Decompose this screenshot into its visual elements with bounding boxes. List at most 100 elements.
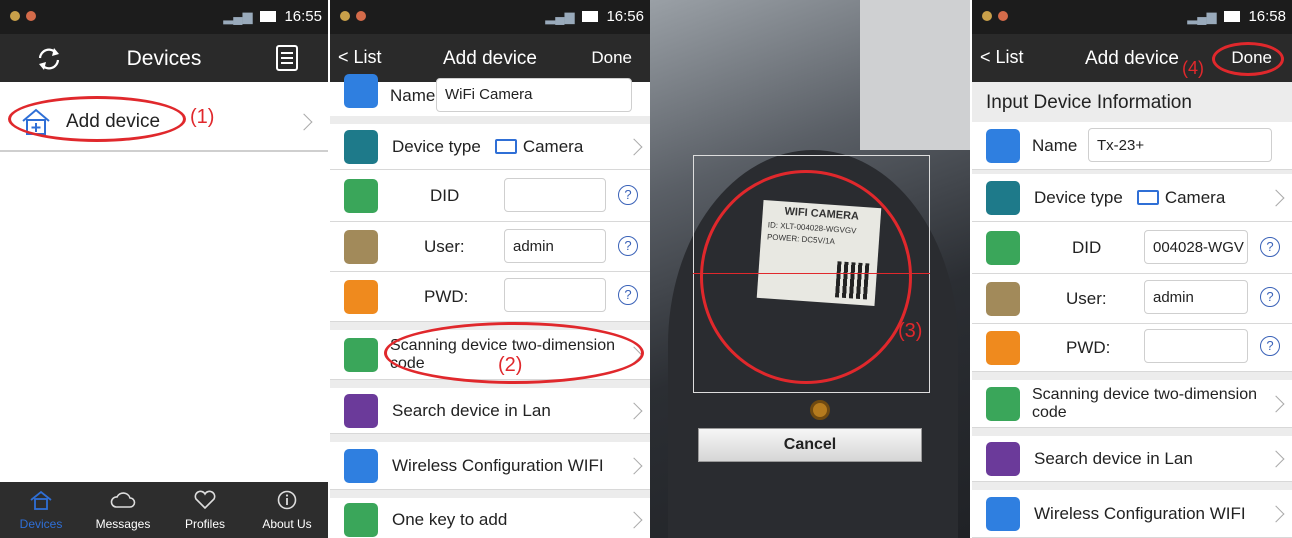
annotation-circle xyxy=(1212,42,1284,76)
user-icon xyxy=(344,229,378,264)
wifi-config-row[interactable]: Wireless Configuration WIFI xyxy=(972,490,1292,538)
user-label: User: xyxy=(1066,288,1107,308)
heart-icon xyxy=(194,490,216,510)
tab-label: Messages xyxy=(95,517,151,531)
tab-label: Profiles xyxy=(184,517,225,531)
tab-label: About Us xyxy=(262,517,312,531)
help-icon[interactable]: ? xyxy=(1260,336,1280,356)
wifi-label: Wireless Configuration WIFI xyxy=(392,455,604,475)
scan-label: Scanning device two-dimension xyxy=(1032,385,1258,403)
search-label: Search device in Lan xyxy=(1034,448,1193,468)
one-key-label: One key to add xyxy=(392,509,508,529)
pwd-input[interactable] xyxy=(504,278,606,312)
status-bar: ▂▄▆ 16:56 xyxy=(330,0,650,34)
section-header: Input Device Information xyxy=(986,92,1192,113)
device-type-value: Camera xyxy=(1164,187,1226,207)
tab-profiles[interactable]: Profiles xyxy=(164,482,246,538)
search-icon xyxy=(986,441,1020,476)
wall-background xyxy=(860,0,970,150)
scan-label-2: code xyxy=(1032,403,1067,421)
pwd-row: PWD: ? xyxy=(330,272,650,322)
help-icon[interactable]: ? xyxy=(618,285,638,305)
help-icon[interactable]: ? xyxy=(1260,237,1280,257)
name-label: Name xyxy=(1032,135,1078,155)
cancel-button[interactable]: Cancel xyxy=(698,428,922,462)
chevron-right-icon xyxy=(625,457,643,474)
user-input[interactable]: admin xyxy=(1144,280,1248,314)
help-icon[interactable]: ? xyxy=(618,185,638,205)
did-row: DID ? xyxy=(330,170,650,222)
scan-qr-row[interactable]: Scanning device two-dimension code xyxy=(972,380,1292,428)
qr-code-icon xyxy=(986,386,1020,421)
battery-icon xyxy=(260,11,277,22)
camera-home-icon xyxy=(986,180,1020,215)
notification-icon xyxy=(356,11,366,21)
signal-icon: ▂▄▆ xyxy=(223,8,253,24)
pwd-input[interactable] xyxy=(1144,329,1248,363)
wifi-config-row[interactable]: Wireless Configuration WIFI xyxy=(330,442,650,490)
tab-devices[interactable]: Devices xyxy=(0,482,82,538)
name-input[interactable]: WiFi Camera xyxy=(436,78,632,112)
clock: 16:58 xyxy=(1248,8,1286,25)
name-row: Name Tx-23+ xyxy=(972,122,1292,170)
chevron-right-icon xyxy=(625,138,643,155)
annotation-circle xyxy=(8,96,186,142)
did-input[interactable]: 004028-WGV xyxy=(1144,230,1248,264)
one-key-row[interactable]: One key to add xyxy=(330,498,650,538)
nav-bar: Devices xyxy=(0,34,328,82)
camera-icon xyxy=(494,139,517,154)
user-row: User: admin ? xyxy=(972,274,1292,324)
name-input[interactable]: Tx-23+ xyxy=(1088,128,1272,162)
pwd-label: PWD: xyxy=(424,286,469,306)
help-icon[interactable]: ? xyxy=(618,236,638,256)
notification-icon xyxy=(998,11,1008,21)
search-lan-row[interactable]: Search device in Lan xyxy=(330,388,650,434)
tab-messages[interactable]: Messages xyxy=(82,482,164,538)
signal-icon: ▂▄▆ xyxy=(1187,8,1217,24)
status-bar: ▂▄▆ 16:58 xyxy=(972,0,1292,34)
camera-home-icon xyxy=(344,129,378,164)
tab-about-us[interactable]: About Us xyxy=(246,482,328,538)
chevron-right-icon xyxy=(1267,505,1285,522)
layers-icon xyxy=(986,230,1020,265)
did-label: DID xyxy=(430,185,460,205)
done-button[interactable]: Done xyxy=(591,48,632,68)
devices-screen: ▂▄▆ 16:55 Devices Add device (1) Devices … xyxy=(0,0,328,538)
home-icon xyxy=(344,74,378,108)
did-row: DID 004028-WGV ? xyxy=(972,222,1292,274)
user-row: User: admin ? xyxy=(330,222,650,272)
status-bar: ▂▄▆ 16:55 xyxy=(0,0,328,34)
search-lan-row[interactable]: Search device in Lan xyxy=(972,436,1292,482)
notification-icon xyxy=(26,11,36,21)
did-input[interactable] xyxy=(504,178,606,212)
name-row: Name WiFi Camera xyxy=(330,74,650,116)
clock: 16:56 xyxy=(606,8,644,25)
wifi-label: Wireless Configuration WIFI xyxy=(1034,503,1246,523)
device-type-row[interactable]: Device type Camera xyxy=(330,124,650,170)
tab-label: Devices xyxy=(19,517,63,531)
qr-code-icon xyxy=(344,337,378,372)
annotation-label: (1) xyxy=(190,106,215,128)
annotation-label: (2) xyxy=(498,354,523,376)
chevron-right-icon xyxy=(1267,395,1285,412)
cloud-icon xyxy=(110,492,136,508)
add-device-screen: ▂▄▆ 16:56 < List Add device Done Name WiF… xyxy=(330,0,650,538)
device-type-row[interactable]: Device type Camera xyxy=(972,174,1292,222)
device-type-label: Device type xyxy=(1034,187,1123,207)
user-input[interactable]: admin xyxy=(504,229,606,263)
notification-icon xyxy=(10,11,20,21)
search-icon xyxy=(344,393,378,428)
bottom-tab-bar: Devices Messages Profiles About Us xyxy=(0,482,328,538)
signal-icon: ▂▄▆ xyxy=(545,8,575,24)
chevron-right-icon xyxy=(625,511,643,528)
nav-bar: < List Add device Done xyxy=(330,34,650,82)
chevron-right-icon xyxy=(1267,450,1285,467)
user-label: User: xyxy=(424,236,465,256)
add-device-filled-screen: ▂▄▆ 16:58 < List Add device Done (4) Inpu… xyxy=(972,0,1292,538)
help-icon[interactable]: ? xyxy=(1260,287,1280,307)
list-icon[interactable] xyxy=(276,45,298,71)
wifi-icon xyxy=(344,448,378,483)
notification-icon xyxy=(982,11,992,21)
lightning-icon xyxy=(344,502,378,537)
home-icon xyxy=(30,490,52,510)
